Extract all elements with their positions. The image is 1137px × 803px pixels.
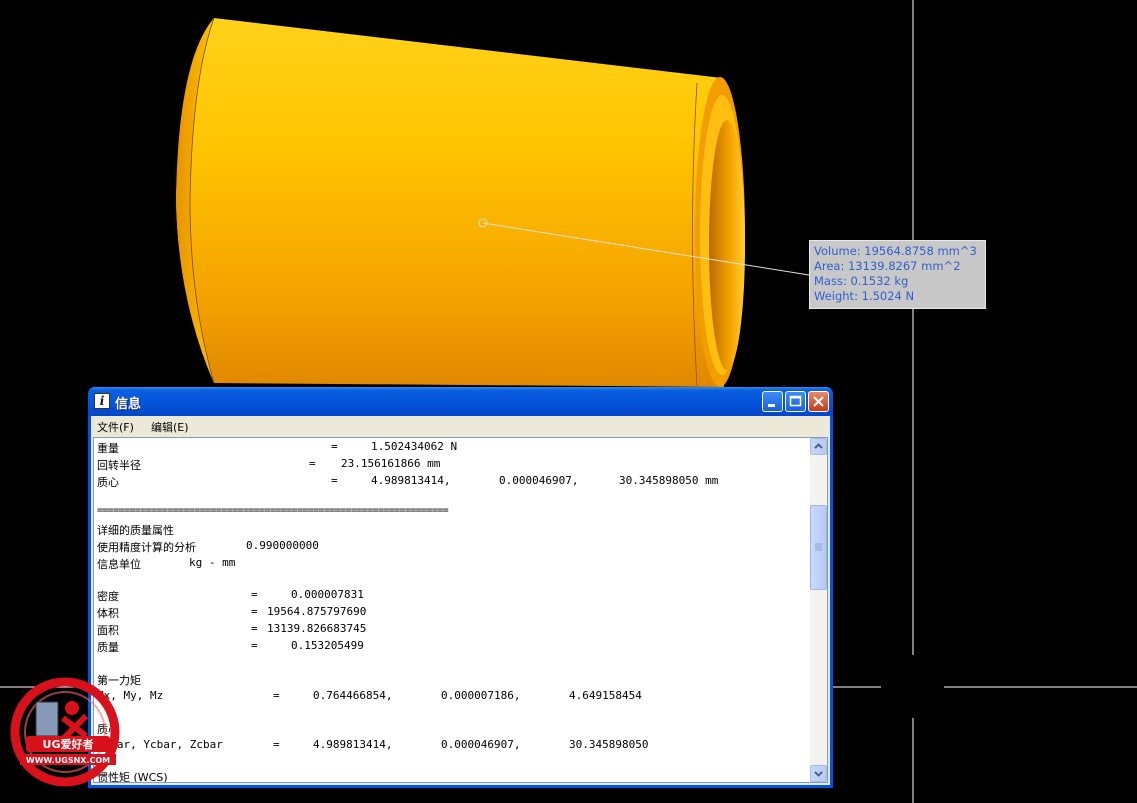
maximize-button[interactable] [785,391,806,412]
line-area: 面积 = 13139.826683745 [97,622,367,637]
line-units: 信息单位 kg - mm [97,556,236,571]
ugsnx-logo: UG爱好者 WWW.UGSNX.COM [10,677,120,787]
tooltip-mass: Mass: 0.1532 kg [814,274,909,288]
scroll-thumb[interactable] [810,505,827,590]
info-text-area[interactable]: 重量 = 1.502434062 N 回转半径 = 23.156161866 m… [93,437,828,783]
menu-bar: 文件(F) 编辑(E) [91,416,830,435]
svg-text:UG爱好者: UG爱好者 [43,737,94,751]
line-accuracy: 使用精度计算的分析 0.990000000 [97,539,319,554]
tooltip-area: Area: 13139.8267 mm^2 [814,259,961,273]
tooltip-volume: Volume: 19564.8758 mm^3 [814,244,977,258]
line-gyration: 回转半径 = 23.156161866 mm [97,457,441,472]
line-cbar: Xcbar, Ycbar, Zcbar = 4.989813414, 0.000… [97,738,649,751]
line-volume: 体积 = 19564.875797690 [97,605,367,620]
line-partial: 惯性矩 (WCS) [97,771,168,783]
bore-hole [709,120,745,370]
window-titlebar[interactable]: i 信息 [88,387,833,416]
svg-text:WWW.UGSNX.COM: WWW.UGSNX.COM [26,756,110,765]
mass-properties-tooltip: Volume: 19564.8758 mm^3 Area: 13139.8267… [809,240,986,309]
line-centroid2-title: 质心 [97,723,119,736]
line-first-moment-title: 第一力矩 [97,674,141,687]
line-mass: 质量 = 0.153205499 [97,639,364,654]
scroll-up-button[interactable] [810,438,827,455]
info-window: i 信息 文件(F) 编辑(E) 重量 = 1.502434062 N 回转半径… [88,387,833,788]
line-detail-title: 详细的质量属性 [97,524,174,537]
line-centroid: 质心 = 4.989813414, 0.000046907, 30.345898… [97,474,719,489]
menu-edit[interactable]: 编辑(E) [151,419,189,435]
close-button[interactable] [808,391,829,412]
window-client-area: 文件(F) 编辑(E) 重量 = 1.502434062 N 回转半径 = 23… [91,416,830,785]
chevron-down-icon [814,771,823,777]
info-icon: i [94,393,110,409]
minimize-button[interactable] [762,391,783,412]
line-moments: Mx, My, Mz = 0.764466854, 0.000007186, 4… [97,689,642,702]
grip-icon [815,543,822,551]
line-density: 密度 = 0.000007831 [97,588,364,603]
cylinder-body [176,18,724,387]
tooltip-weight: Weight: 1.5024 N [814,289,915,303]
line-separator: ========================================… [97,505,449,516]
scroll-down-button[interactable] [810,765,827,782]
line-weight: 重量 = 1.502434062 N [97,440,458,455]
info-text-content: 重量 = 1.502434062 N 回转半径 = 23.156161866 m… [97,440,809,783]
menu-file[interactable]: 文件(F) [97,419,134,435]
vertical-scrollbar[interactable] [810,438,827,782]
window-title: 信息 [115,397,142,412]
chevron-up-icon [814,443,823,449]
crosshair-box [881,655,944,718]
